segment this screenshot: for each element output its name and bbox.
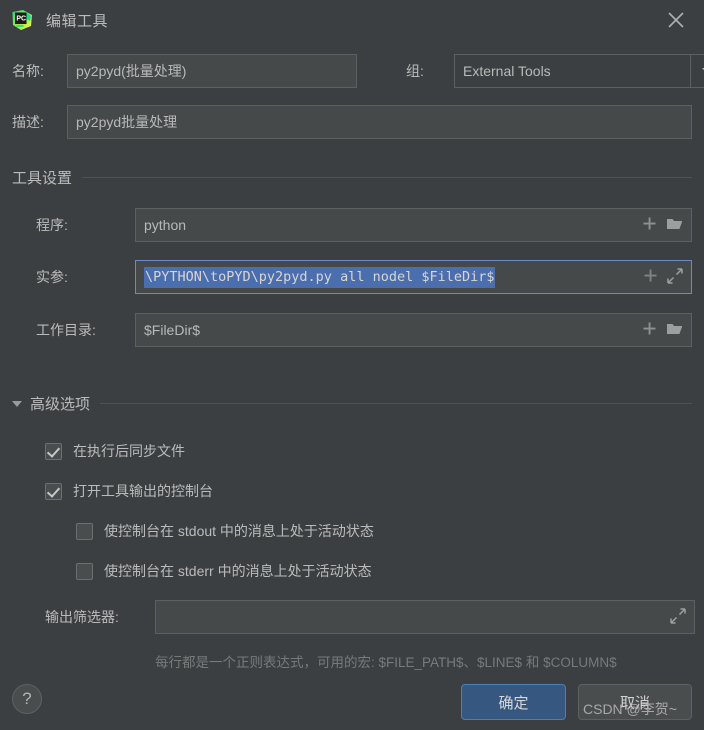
chevron-down-icon[interactable] xyxy=(12,400,22,407)
group-row: 组: External Tools xyxy=(406,54,704,88)
output-filter-hint: 每行都是一个正则表达式，可用的宏: $FILE_PATH$、$LINE$ 和 $… xyxy=(155,655,617,670)
arguments-row: 实参: \PYTHON\toPYD\py2pyd.py all nodel $F… xyxy=(36,260,692,294)
group-label: 组: xyxy=(406,63,424,79)
pycharm-icon: PC xyxy=(10,8,34,32)
checkbox-box[interactable] xyxy=(45,442,62,460)
output-filter-row: 输出筛选器: xyxy=(45,600,695,634)
program-input-value: python xyxy=(144,217,187,233)
checkbox-label: 打开工具输出的控制台 xyxy=(73,483,213,499)
checkbox-open-console-for-tool-output[interactable]: 打开工具输出的控制台 xyxy=(45,481,213,501)
plus-icon[interactable] xyxy=(642,216,657,234)
checkbox-make-console-active-on-stdout[interactable]: 使控制台在 stdout 中的消息上处于活动状态 xyxy=(76,521,374,541)
ok-button[interactable]: 确定 xyxy=(461,684,566,720)
name-label: 名称: xyxy=(12,63,44,79)
description-label: 描述: xyxy=(12,114,44,130)
program-input[interactable]: python xyxy=(135,208,692,242)
dialog-title: 编辑工具 xyxy=(46,12,109,30)
program-label: 程序: xyxy=(36,217,68,233)
plus-icon[interactable] xyxy=(643,268,658,286)
help-button[interactable]: ? xyxy=(12,684,42,714)
working-directory-input[interactable]: $FileDir$ xyxy=(135,313,692,347)
checkbox-label: 使控制台在 stderr 中的消息上处于活动状态 xyxy=(104,563,372,579)
group-combobox-value: External Tools xyxy=(463,63,551,79)
output-filter-input[interactable] xyxy=(155,600,695,634)
plus-icon[interactable] xyxy=(642,321,657,339)
section-divider xyxy=(82,177,692,178)
description-input[interactable]: py2pyd批量处理 xyxy=(67,105,692,139)
tool-settings-section-header: 工具设置 xyxy=(12,167,692,188)
output-filter-label: 输出筛选器: xyxy=(45,609,119,625)
checkbox-make-console-active-on-stderr[interactable]: 使控制台在 stderr 中的消息上处于活动状态 xyxy=(76,561,372,581)
chevron-down-icon[interactable] xyxy=(690,55,704,87)
checkbox-box[interactable] xyxy=(76,562,93,580)
group-combobox[interactable]: External Tools xyxy=(454,54,704,88)
name-input[interactable]: py2pyd(批量处理) xyxy=(67,54,357,88)
tool-settings-section-title: 工具设置 xyxy=(12,170,73,187)
advanced-options-section-header[interactable]: 高级选项 xyxy=(12,393,692,414)
folder-icon[interactable] xyxy=(666,216,683,234)
dialog-titlebar: PC 编辑工具 xyxy=(0,0,704,40)
description-input-value: py2pyd批量处理 xyxy=(76,114,178,130)
checkbox-label: 在执行后同步文件 xyxy=(73,443,185,459)
advanced-options-section-title: 高级选项 xyxy=(30,396,91,413)
checkbox-label: 使控制台在 stdout 中的消息上处于活动状态 xyxy=(104,523,374,539)
cancel-button[interactable]: 取消 xyxy=(578,684,692,720)
description-row: 描述: py2pyd批量处理 xyxy=(12,105,692,139)
working-directory-input-value: $FileDir$ xyxy=(144,322,201,338)
expand-arrows-icon[interactable] xyxy=(670,607,686,627)
svg-text:PC: PC xyxy=(16,15,26,22)
expand-arrows-icon[interactable] xyxy=(667,267,683,287)
working-directory-label: 工作目录: xyxy=(36,322,96,338)
close-icon[interactable] xyxy=(662,6,690,34)
section-divider xyxy=(100,403,692,404)
folder-icon[interactable] xyxy=(666,321,683,339)
working-directory-row: 工作目录: $FileDir$ xyxy=(36,313,692,347)
program-row: 程序: python xyxy=(36,208,692,242)
name-row: 名称: py2pyd(批量处理) xyxy=(12,54,357,88)
checkbox-sync-files-after-execution[interactable]: 在执行后同步文件 xyxy=(45,441,185,461)
name-input-value: py2pyd(批量处理) xyxy=(76,63,187,79)
arguments-input[interactable]: \PYTHON\toPYD\py2pyd.py all nodel $FileD… xyxy=(135,260,692,294)
arguments-label: 实参: xyxy=(36,269,68,285)
checkbox-box[interactable] xyxy=(45,482,62,500)
arguments-input-value: \PYTHON\toPYD\py2pyd.py all nodel $FileD… xyxy=(144,266,495,288)
checkbox-box[interactable] xyxy=(76,522,93,540)
